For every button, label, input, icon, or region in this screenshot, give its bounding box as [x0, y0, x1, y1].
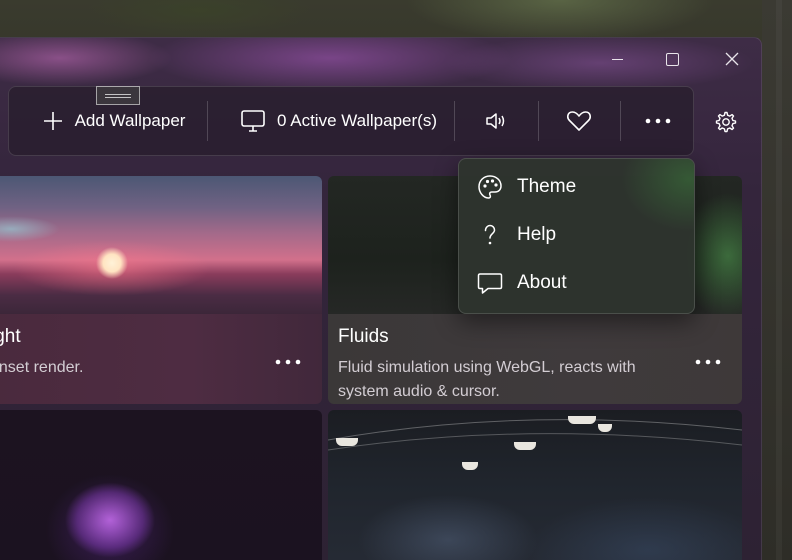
command-separator: [538, 101, 539, 141]
close-button[interactable]: [709, 44, 755, 74]
card-title: ight: [0, 326, 21, 347]
menu-item-label: Theme: [517, 176, 577, 197]
favorites-button[interactable]: [543, 87, 615, 155]
plus-icon: [43, 112, 62, 130]
command-separator: [620, 101, 621, 141]
wallpaper-card[interactable]: ight unset render.: [0, 176, 322, 404]
menu-item-about[interactable]: About: [465, 261, 690, 305]
wallpaper-thumbnail: [0, 176, 322, 316]
maximize-button[interactable]: [649, 44, 695, 74]
menu-item-help[interactable]: Help: [465, 213, 690, 257]
audio-button[interactable]: [461, 87, 531, 155]
settings-button[interactable]: [700, 100, 750, 144]
command-separator: [454, 101, 455, 141]
maximize-icon: [665, 52, 679, 66]
card-description: Fluid simulation using WebGL, reacts wit…: [338, 359, 636, 400]
card-description: unset render.: [0, 359, 84, 376]
add-wallpaper-label: Add Wallpaper: [74, 111, 186, 130]
chat-bubble-icon: [477, 273, 503, 294]
minimize-button[interactable]: [594, 44, 640, 74]
card-more-button[interactable]: [690, 344, 726, 380]
card-info: Fluids Fluid simulation using WebGL, rea…: [328, 314, 742, 404]
wallpaper-card[interactable]: [328, 410, 742, 560]
close-icon: [725, 52, 739, 66]
wallpaper-card[interactable]: [0, 410, 322, 560]
more-dots-icon: [695, 359, 721, 365]
more-options-button[interactable]: [623, 87, 693, 155]
speaker-icon: [486, 113, 505, 129]
card-title: Fluids: [338, 326, 389, 347]
active-wallpapers-button[interactable]: 0 Active Wallpaper(s): [221, 87, 457, 155]
wallpaper-thumbnail: [328, 410, 742, 560]
gear-icon: [715, 111, 737, 133]
add-wallpaper-button[interactable]: Add Wallpaper: [23, 87, 205, 155]
minimize-icon: [611, 58, 623, 60]
more-dots-icon: [645, 118, 671, 124]
menu-item-label: About: [517, 272, 567, 293]
more-dots-icon: [275, 359, 301, 365]
palette-icon: [478, 175, 502, 199]
card-info: ight unset render.: [0, 314, 322, 404]
monitor-icon: [241, 110, 265, 132]
command-separator: [207, 101, 208, 141]
desktop-scroll-strip: [776, 0, 782, 560]
menu-item-theme[interactable]: Theme: [465, 165, 690, 209]
card-more-button[interactable]: [270, 344, 306, 380]
question-icon: [484, 224, 496, 245]
wallpaper-thumbnail: [0, 410, 322, 560]
menu-item-label: Help: [517, 224, 557, 245]
more-options-menu: Theme Help About: [458, 158, 695, 314]
command-bar: Add Wallpaper 0 Active Wallpaper(s): [8, 86, 694, 156]
desktop-edge: [762, 0, 792, 560]
heart-icon: [567, 111, 591, 131]
active-wallpapers-label: 0 Active Wallpaper(s): [277, 111, 437, 130]
